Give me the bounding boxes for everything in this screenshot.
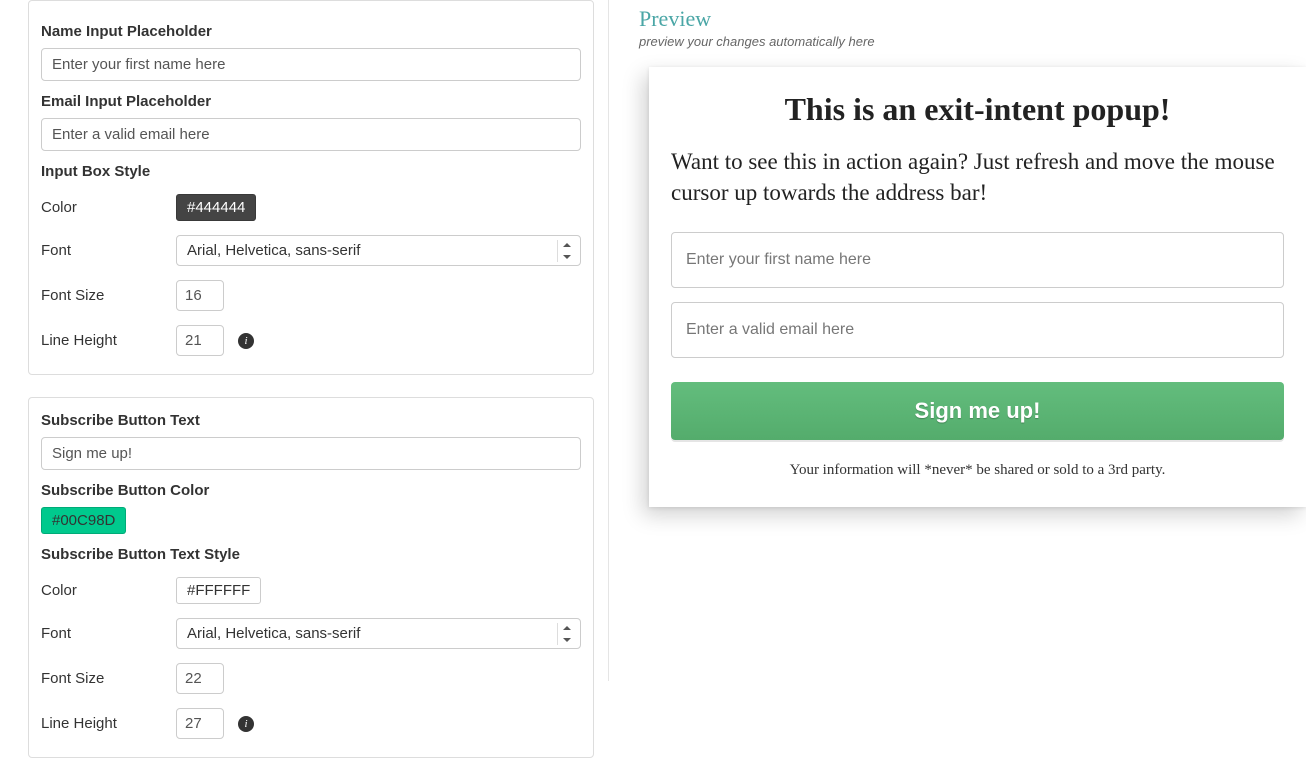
name-placeholder-label: Name Input Placeholder — [41, 23, 581, 40]
input-lineheight-label: Line Height — [41, 332, 176, 349]
btn-color-swatch[interactable]: #00C98D — [41, 507, 126, 534]
btn-fontsize-input[interactable] — [176, 663, 224, 694]
popup-heading: This is an exit-intent popup! — [671, 91, 1284, 128]
input-settings-panel: Name Input Placeholder Email Input Place… — [28, 0, 594, 375]
input-fontsize-label: Font Size — [41, 287, 176, 304]
button-settings-panel: Subscribe Button Text Subscribe Button C… — [28, 397, 594, 758]
input-font-label: Font — [41, 242, 176, 259]
input-box-style-label: Input Box Style — [41, 163, 581, 180]
btn-lineheight-input[interactable] — [176, 708, 224, 739]
popup-name-input[interactable] — [671, 232, 1284, 288]
email-placeholder-label: Email Input Placeholder — [41, 93, 581, 110]
preview-subtitle: preview your changes automatically here — [639, 34, 1306, 49]
preview-title: Preview — [639, 6, 1306, 32]
btn-lineheight-label: Line Height — [41, 715, 176, 732]
btn-font-label: Font — [41, 625, 176, 642]
preview-column: Preview preview your changes automatical… — [608, 0, 1306, 681]
popup-card: This is an exit-intent popup! Want to se… — [649, 67, 1306, 507]
input-font-select[interactable] — [176, 235, 581, 266]
signup-button[interactable]: Sign me up! — [671, 382, 1284, 440]
btn-textcolor-swatch[interactable]: #FFFFFF — [176, 577, 261, 604]
popup-footer-text: Your information will *never* be shared … — [671, 462, 1284, 479]
input-color-swatch[interactable]: #444444 — [176, 194, 256, 221]
popup-description: Want to see this in action again? Just r… — [671, 146, 1284, 208]
popup-email-input[interactable] — [671, 302, 1284, 358]
btn-text-input[interactable] — [41, 437, 581, 470]
btn-text-label: Subscribe Button Text — [41, 412, 581, 429]
btn-fontsize-label: Font Size — [41, 670, 176, 687]
settings-column: Name Input Placeholder Email Input Place… — [0, 0, 608, 681]
info-icon[interactable]: i — [238, 716, 254, 732]
email-placeholder-input[interactable] — [41, 118, 581, 151]
btn-textcolor-label: Color — [41, 582, 176, 599]
input-color-label: Color — [41, 199, 176, 216]
btn-color-label: Subscribe Button Color — [41, 482, 581, 499]
input-fontsize-input[interactable] — [176, 280, 224, 311]
name-placeholder-input[interactable] — [41, 48, 581, 81]
btn-font-select[interactable] — [176, 618, 581, 649]
btn-text-style-label: Subscribe Button Text Style — [41, 546, 581, 563]
info-icon[interactable]: i — [238, 333, 254, 349]
input-lineheight-input[interactable] — [176, 325, 224, 356]
